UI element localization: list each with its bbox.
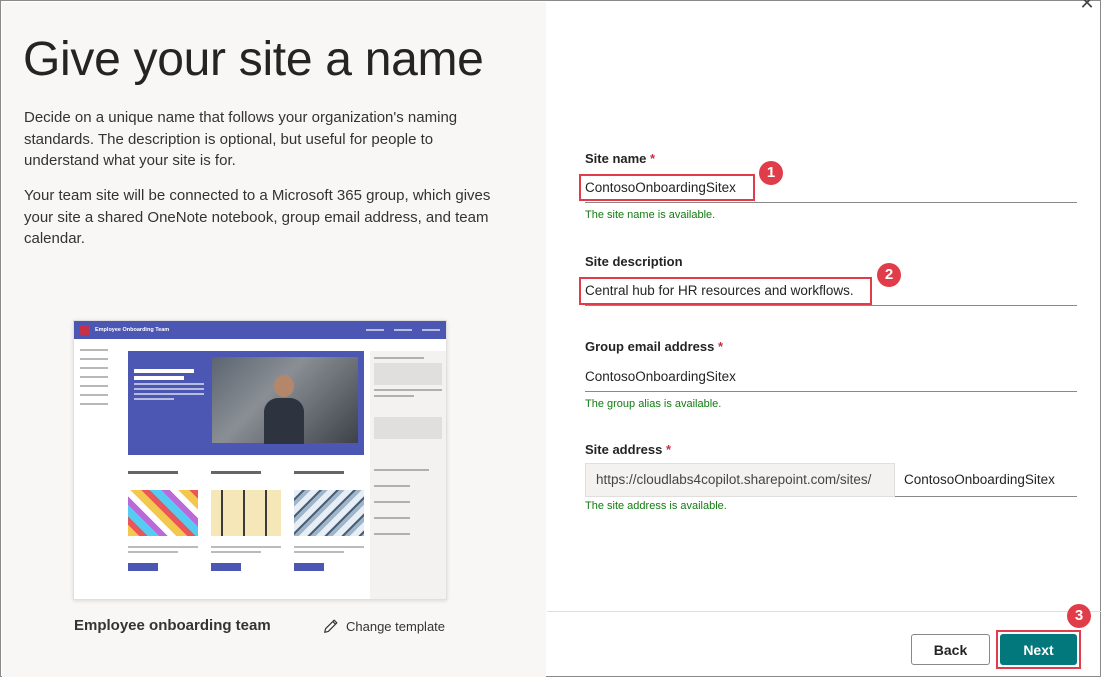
- preview-logo: [80, 325, 90, 335]
- preview-header: Employee Onboarding Team: [74, 321, 446, 339]
- preview-nav: [74, 339, 124, 599]
- preview-sidebar: [370, 351, 446, 599]
- group-email-hint: The group alias is available.: [585, 398, 722, 410]
- template-name: Employee onboarding team: [74, 617, 271, 634]
- change-template-label: Change template: [346, 618, 446, 634]
- site-name-hint: The site name is available.: [585, 209, 716, 221]
- template-preview: Employee Onboarding Team: [73, 320, 447, 600]
- preview-site-title: Employee Onboarding Team: [95, 327, 170, 333]
- site-name-label: Site name *: [585, 151, 656, 166]
- left-panel: Give your site a name Decide on a unique…: [2, 2, 546, 677]
- site-description-label: Site description: [585, 254, 683, 269]
- next-button[interactable]: Next: [1000, 634, 1077, 665]
- group-info-paragraph: Your team site will be connected to a Mi…: [24, 187, 491, 247]
- pencil-icon: [324, 619, 338, 633]
- back-button[interactable]: Back: [911, 634, 990, 665]
- site-address-label: Site address *: [585, 442, 672, 457]
- group-email-label: Group email address *: [585, 339, 724, 354]
- highlight-box-1: [579, 174, 755, 201]
- change-template-button[interactable]: Change template: [322, 617, 445, 635]
- footer-divider: [547, 611, 1101, 612]
- site-address-field[interactable]: ContosoOnboardingSitex: [895, 463, 1077, 497]
- highlight-box-2: [579, 277, 872, 305]
- preview-columns: [128, 471, 364, 571]
- preview-hero-photo: [212, 357, 358, 444]
- annotation-badge-2: 2: [877, 263, 901, 287]
- preview-hero: [128, 351, 364, 455]
- group-email-value: ContosoOnboardingSitex: [585, 369, 736, 384]
- page-title: Give your site a name: [23, 33, 484, 86]
- group-email-field[interactable]: ContosoOnboardingSitex: [585, 362, 1077, 392]
- annotation-badge-3: 3: [1067, 604, 1091, 628]
- dialog-frame: Give your site a name Decide on a unique…: [0, 0, 1101, 677]
- close-icon[interactable]: ✕: [1079, 0, 1095, 12]
- intro-paragraph: Decide on a unique name that follows you…: [24, 109, 458, 169]
- site-address-prefix: https://cloudlabs4copilot.sharepoint.com…: [585, 463, 895, 497]
- site-address-hint: The site address is available.: [585, 500, 727, 512]
- annotation-badge-1: 1: [759, 161, 783, 185]
